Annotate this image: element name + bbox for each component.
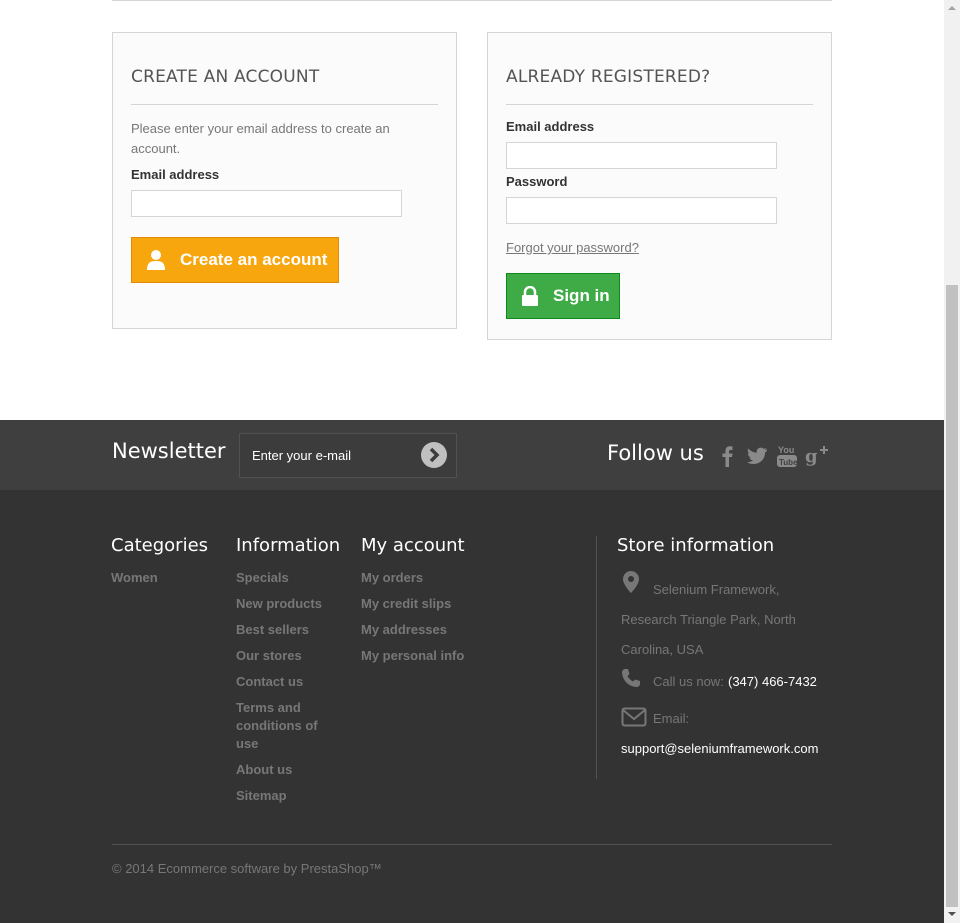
newsletter-bar: Newsletter Enter your e-mail Follow us Y… [0, 420, 944, 490]
newsletter-submit-button[interactable] [421, 442, 447, 468]
information-link[interactable]: Contact us [236, 673, 336, 691]
password-input[interactable] [506, 197, 777, 224]
information-link[interactable]: Sitemap [236, 787, 336, 805]
envelope-icon [621, 707, 647, 727]
information-list: Specials New products Best sellers Our s… [236, 569, 336, 813]
lock-icon [522, 286, 538, 306]
create-account-intro: Please enter your email address to creat… [131, 121, 390, 156]
scroll-up-arrow-icon[interactable] [944, 2, 960, 14]
scrollbar-thumb[interactable] [946, 285, 958, 907]
sign-in-button[interactable]: Sign in [506, 273, 620, 319]
login-form: ALREADY REGISTERED? Email address Passwo… [487, 32, 832, 340]
create-account-form: CREATE AN ACCOUNT Please enter your emai… [112, 32, 457, 329]
phone-icon [622, 669, 640, 687]
user-icon [147, 250, 165, 270]
create-account-button[interactable]: Create an account [131, 237, 339, 283]
page: CREATE AN ACCOUNT Please enter your emai… [0, 0, 944, 923]
login-email-label: Email address [506, 119, 595, 134]
category-link[interactable]: Women [111, 569, 221, 587]
follow-us-title: Follow us [607, 441, 704, 465]
store-address: Selenium Framework, Research Triangle Pa… [621, 582, 796, 657]
create-account-button-label: Create an account [180, 250, 328, 269]
newsletter-placeholder: Enter your e-mail [252, 448, 351, 463]
svg-text:You: You [778, 445, 794, 455]
my-account-link[interactable]: My personal info [361, 647, 561, 665]
scroll-down-arrow-icon[interactable] [944, 908, 960, 920]
copyright: © 2014 Ecommerce software by PrestaShop™ [112, 861, 382, 876]
information-link[interactable]: Terms and conditions of use [236, 699, 336, 753]
svg-text:Tube: Tube [779, 458, 798, 467]
forgot-password-link[interactable]: Forgot your password? [506, 240, 639, 255]
information-link[interactable]: Best sellers [236, 621, 336, 639]
create-email-input[interactable] [131, 190, 402, 217]
create-email-label: Email address [131, 167, 220, 182]
footer: Categories Women Information Specials Ne… [0, 490, 944, 923]
divider [506, 104, 813, 105]
divider [112, 0, 832, 1]
password-label: Password [506, 174, 568, 189]
svg-text:g: g [805, 446, 818, 467]
newsletter-input[interactable]: Enter your e-mail [239, 433, 457, 478]
create-account-title: CREATE AN ACCOUNT [131, 67, 320, 87]
login-title: ALREADY REGISTERED? [506, 67, 711, 87]
login-email-input[interactable] [506, 142, 777, 169]
email-label: Email: [653, 711, 690, 726]
categories-title: Categories [111, 535, 209, 556]
store-email-link[interactable]: support@seleniumframework.com [621, 741, 818, 756]
store-information-title: Store information [617, 535, 775, 556]
information-link[interactable]: About us [236, 761, 336, 779]
youtube-icon[interactable]: You Tube [775, 444, 799, 468]
google-plus-icon[interactable]: g [805, 444, 829, 468]
categories-list: Women [111, 569, 221, 595]
my-account-link[interactable]: My orders [361, 569, 561, 587]
divider [131, 104, 438, 105]
sign-in-button-label: Sign in [553, 286, 610, 305]
my-account-title: My account [361, 535, 465, 556]
my-account-list: My orders My credit slips My addresses M… [361, 569, 561, 673]
information-link[interactable]: Specials [236, 569, 336, 587]
store-phone: (347) 466-7432 [728, 674, 817, 689]
information-link[interactable]: Our stores [236, 647, 336, 665]
information-link[interactable]: New products [236, 595, 336, 613]
my-account-link[interactable]: My credit slips [361, 595, 561, 613]
information-title: Information [236, 535, 341, 556]
facebook-icon[interactable] [715, 444, 739, 468]
twitter-icon[interactable] [745, 444, 769, 468]
newsletter-title: Newsletter [112, 439, 226, 463]
divider [112, 844, 832, 845]
divider [596, 536, 597, 779]
chevron-right-icon [429, 447, 440, 463]
my-account-link[interactable]: My addresses [361, 621, 561, 639]
call-label: Call us now: [653, 674, 724, 689]
